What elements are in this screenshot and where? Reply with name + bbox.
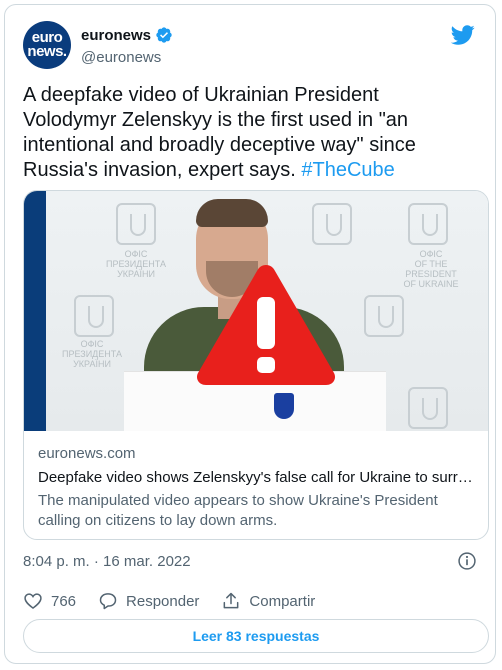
share-button[interactable]: Compartir <box>221 591 315 611</box>
tweet-card: euro news. euronews @euronews A deepfake… <box>4 4 496 664</box>
name-row: euronews <box>81 25 173 45</box>
link-domain: euronews.com <box>38 445 136 462</box>
like-count: 766 <box>51 592 77 610</box>
info-icon[interactable] <box>457 551 477 571</box>
share-label: Compartir <box>249 592 316 610</box>
tweet-text: A deepfake video of Ukrainian President … <box>23 83 475 183</box>
warning-triangle-icon <box>196 265 336 385</box>
seal-caption: ОФІС OF THE PRESIDENT OF UKRAINE <box>403 249 459 289</box>
handle[interactable]: @euronews <box>81 49 161 66</box>
reply-button[interactable]: Responder <box>98 591 199 611</box>
trident-seal-icon <box>74 295 114 337</box>
display-name[interactable]: euronews <box>81 27 151 44</box>
heart-icon <box>24 593 42 610</box>
trident-seal-icon <box>408 203 448 245</box>
reply-bubble-icon <box>99 593 117 610</box>
hashtag-link[interactable]: #TheCube <box>301 159 394 181</box>
read-replies-button[interactable]: Leer 83 respuestas <box>23 619 489 653</box>
image-blue-bar <box>24 191 46 431</box>
share-upload-icon <box>224 592 239 609</box>
link-title[interactable]: Deepfake video shows Zelenskyy's false c… <box>38 469 476 486</box>
avatar-text-news: news. <box>27 43 67 60</box>
avatar[interactable]: euro news. <box>23 21 71 69</box>
like-button[interactable]: 766 <box>23 591 76 611</box>
link-preview-body: euronews.com Deepfake video shows Zelens… <box>24 431 488 539</box>
trident-seal-icon <box>408 387 448 429</box>
seal-caption: ОФІС ПРЕЗИДЕНТА УКРАЇНИ <box>62 339 122 369</box>
preview-image: ОФІС ПРЕЗИДЕНТА УКРАЇНИ ОФІС OF THE PRES… <box>24 191 488 431</box>
tweet-header: euro news. euronews @euronews <box>23 21 477 73</box>
reply-label: Responder <box>126 592 200 610</box>
twitter-bird-icon[interactable] <box>451 23 475 47</box>
verified-badge-icon <box>156 27 172 43</box>
link-description: The manipulated video appears to show Uk… <box>38 492 438 529</box>
person-hair <box>196 199 268 227</box>
link-preview-card[interactable]: ОФІС ПРЕЗИДЕНТА УКРАЇНИ ОФІС OF THE PRES… <box>23 190 489 540</box>
coat-of-arms-icon <box>274 393 294 419</box>
tweet-actions: 766 Responder Compartir <box>23 589 337 613</box>
trident-seal-icon <box>364 295 404 337</box>
tweet-timestamp[interactable]: 8:04 p. m. · 16 mar. 2022 <box>23 553 191 570</box>
